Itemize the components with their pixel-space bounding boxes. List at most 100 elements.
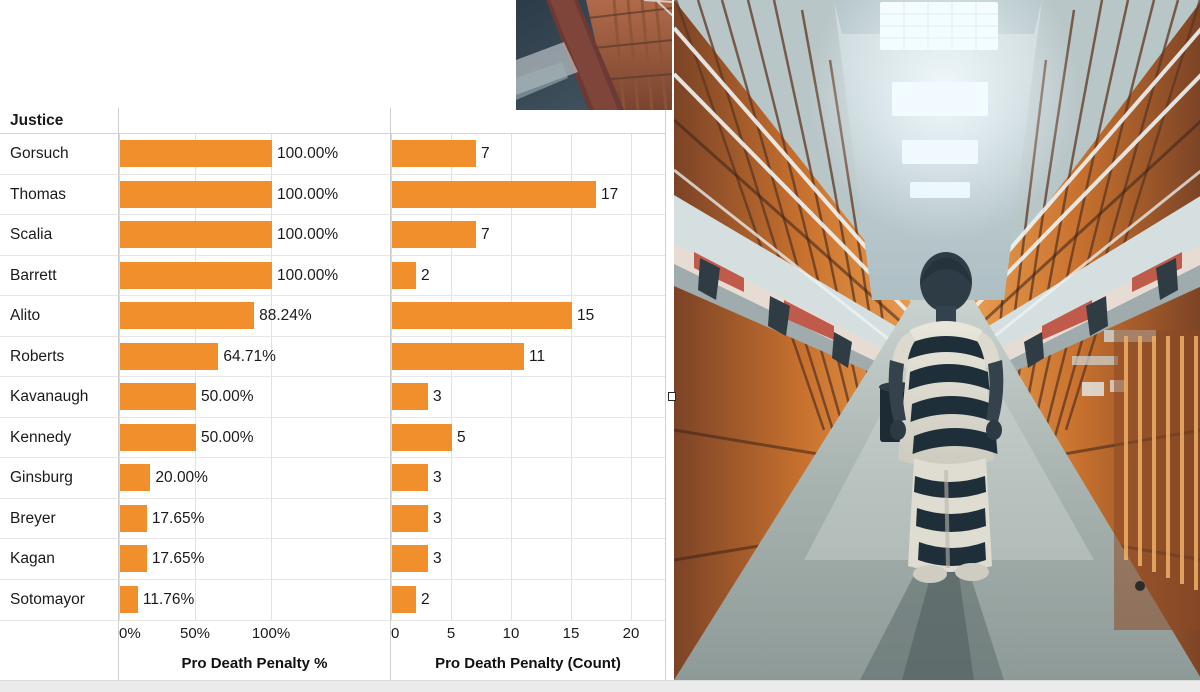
bar-row[interactable]: 11.76%	[119, 580, 390, 621]
bar-value-label: 3	[433, 550, 442, 568]
bar-value-label: 100.00%	[277, 185, 339, 203]
bar-value-label: 88.24%	[259, 307, 312, 325]
bar-row[interactable]: 3	[391, 499, 665, 540]
bar-row[interactable]: 5	[391, 418, 665, 459]
bar-value-label: 2	[421, 591, 430, 609]
axis-tick-label: 15	[562, 625, 580, 642]
bar-value-label: 5	[457, 428, 466, 446]
bar[interactable]	[120, 342, 219, 370]
bar-value-label: 100.00%	[277, 266, 339, 284]
bar[interactable]	[392, 423, 452, 451]
bar[interactable]	[392, 261, 416, 289]
bar[interactable]	[120, 586, 138, 614]
bar-row[interactable]: 50.00%	[119, 418, 390, 459]
axis-tick-label: 100%	[251, 625, 291, 642]
bar-row[interactable]: 50.00%	[119, 377, 390, 418]
bar[interactable]	[120, 383, 196, 411]
axis-tick-label: 20	[622, 625, 640, 642]
justice-row-label: Ginsburg	[0, 458, 118, 499]
justice-row-label: Breyer	[0, 499, 118, 540]
bar-row[interactable]: 100.00%	[119, 215, 390, 256]
bar-row[interactable]: 100.00%	[119, 256, 390, 297]
bar-value-label: 64.71%	[223, 347, 276, 365]
bar-row[interactable]: 3	[391, 377, 665, 418]
bar[interactable]	[120, 464, 151, 492]
bar[interactable]	[120, 221, 272, 249]
bar-row[interactable]: 3	[391, 458, 665, 499]
axis-tick-label: 5	[446, 625, 456, 642]
bar-value-label: 15	[577, 307, 595, 325]
bar-value-label: 3	[433, 509, 442, 527]
bar-row[interactable]: 7	[391, 134, 665, 175]
axis-tick-label: 10	[502, 625, 520, 642]
bar[interactable]	[120, 545, 147, 573]
bar-value-label: 7	[481, 226, 490, 244]
column-header-justice: Justice	[0, 108, 118, 134]
bar[interactable]	[120, 140, 272, 167]
axis-tick-label: 0	[391, 625, 400, 642]
bar-row[interactable]: 3	[391, 539, 665, 581]
bar-row[interactable]: 20.00%	[119, 458, 390, 499]
justice-row-label: Gorsuch	[0, 134, 118, 175]
bar-value-label: 2	[421, 266, 430, 284]
image-selection-handle[interactable]	[668, 392, 676, 401]
panel-pro-death-penalty-count: 7 17 7 2 15 11 3 5 3 3 3 2 Pro Death Penalty (Count…	[390, 108, 666, 680]
bar[interactable]	[120, 504, 147, 532]
bar-row[interactable]: 100.00%	[119, 175, 390, 216]
bar-row[interactable]: 15	[391, 296, 665, 337]
justice-row-label: Barrett	[0, 256, 118, 297]
bar-value-label: 50.00%	[201, 428, 254, 446]
bottom-status-strip	[0, 680, 1200, 692]
bar-row[interactable]: 88.24%	[119, 296, 390, 337]
axis-title-count: Pro Death Penalty (Count)	[435, 655, 621, 672]
bar[interactable]	[392, 383, 428, 411]
bar-value-label: 11.76%	[142, 591, 195, 609]
bar-row[interactable]: 7	[391, 215, 665, 256]
justice-row-label: Sotomayor	[0, 580, 118, 621]
bar-value-label: 11	[529, 347, 546, 365]
bar[interactable]	[392, 302, 572, 330]
panel-header-pct	[119, 108, 390, 134]
bar-row[interactable]: 64.71%	[119, 337, 390, 378]
bar[interactable]	[392, 180, 596, 208]
justice-row-label: Alito	[0, 296, 118, 337]
plot-area-count: 7 17 7 2 15 11 3 5 3 3 3 2	[391, 134, 665, 621]
bar[interactable]	[120, 180, 272, 208]
justice-row-label: Thomas	[0, 175, 118, 216]
bar[interactable]	[392, 342, 524, 370]
prison-corridor-inmate-art	[674, 0, 1200, 680]
bar-row[interactable]: 17	[391, 175, 665, 216]
axis-tick-label: 50%	[179, 625, 211, 642]
bar[interactable]	[120, 261, 272, 289]
bar[interactable]	[392, 545, 428, 573]
bar[interactable]	[392, 586, 416, 614]
panel-header-count	[391, 108, 665, 134]
bar-row[interactable]: 100.00%	[119, 134, 390, 175]
bar-row[interactable]: 17.65%	[119, 539, 390, 581]
bar[interactable]	[120, 302, 255, 330]
justice-row-label: Kavanaugh	[0, 377, 118, 418]
plot-area-pct: 100.00% 100.00% 100.00% 100.00% 88.24% 64.71%…	[119, 134, 390, 621]
bar[interactable]	[120, 423, 196, 451]
bar-row[interactable]: 2	[391, 580, 665, 621]
prison-cellblock-thumbnail-art	[516, 0, 673, 110]
prison-corridor-inmate-image[interactable]	[672, 0, 1200, 680]
justice-row-label: Roberts	[0, 337, 118, 378]
bar[interactable]	[392, 221, 476, 249]
axis-tick-label: 0%	[119, 625, 141, 642]
bar-row[interactable]: 2	[391, 256, 665, 297]
bar[interactable]	[392, 504, 428, 532]
bar[interactable]	[392, 140, 476, 167]
bar-value-label: 3	[433, 469, 442, 487]
axis-title-pct: Pro Death Penalty %	[181, 655, 328, 672]
bar[interactable]	[392, 464, 428, 492]
bar-row[interactable]: 11	[391, 337, 665, 378]
bar-value-label: 7	[481, 145, 490, 162]
bar-row[interactable]: 17.65%	[119, 499, 390, 540]
bar-value-label: 17.65%	[151, 550, 205, 568]
panel-pro-death-penalty-pct: 100.00% 100.00% 100.00% 100.00% 88.24% 64.71%…	[118, 108, 390, 680]
justice-row-label: Scalia	[0, 215, 118, 256]
bar-value-label: 20.00%	[155, 469, 208, 487]
justice-column: Justice Gorsuch Thomas Scalia Barrett Alito R…	[0, 108, 118, 680]
prison-cellblock-thumbnail-image[interactable]	[516, 0, 674, 110]
